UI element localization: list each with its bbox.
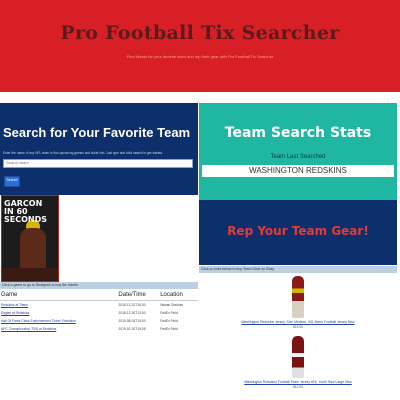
product-price: $12.00 [293,385,303,389]
game-date: 2019-01-20T15:05 [118,327,146,331]
game-link[interactable]: NFC Championship: TBD at Redskins [0,327,118,331]
game-date: 2019-08-03T19:00 [118,319,146,323]
product-price: $15.00 [293,325,303,329]
game-date: 2018-12-30T13:00 [118,311,146,315]
site-tagline: Find tickets for your favorite team and … [126,54,274,59]
table-row: Redskins at Titans 2018-12-22T16:30 Niss… [0,301,198,309]
games-table: Game Date/Time Location Redskins at Tita… [0,292,198,333]
jersey-image[interactable] [292,336,304,378]
game-location: Nissan Stadium [160,303,184,307]
team-search-input[interactable]: Search team [3,159,193,168]
site-title: Pro Football Tix Searcher [60,22,340,44]
games-caption: Click a game to go to Seatgeek to buy th… [0,282,198,289]
jersey-image[interactable] [292,276,304,318]
stats-heading: Team Search Stats [224,125,372,141]
product-link[interactable]: Washington Redskins Jersey, Size Medium,… [199,320,397,324]
table-row: Hall Of Fame Class Enshrinement Ticket: … [0,317,198,325]
column-header-location: Location [160,292,183,298]
last-searched-value: WASHINGTON REDSKINS [202,165,394,177]
site-header: Pro Football Tix Searcher Find tickets f… [0,0,400,92]
team-search-stats-panel: Team Search Stats Team Last Searched WAS… [199,103,397,200]
table-row: Eagles at Redskins 2018-12-30T13:00 FedE… [0,309,198,317]
game-link[interactable]: Hall Of Fame Class Enshrinement Ticket: … [0,319,118,323]
product-link[interactable]: Washington Redskins Football Team Jersey… [199,380,397,384]
game-location: FedEx Field [160,319,178,323]
game-location: FedEx Field [160,327,178,331]
search-button[interactable]: Search [4,176,20,187]
game-location: FedEx Field [160,311,178,315]
table-row: NFC Championship: TBD at Redskins 2019-0… [0,325,198,333]
game-date: 2018-12-22T16:30 [118,303,146,307]
team-gear-panel: Rep Your Team Gear! [199,200,397,265]
gear-caption: Click on links below to buy Team Gear on… [199,266,397,273]
promo-video-thumbnail[interactable]: GARCON IN 60 SECONDS [1,195,59,282]
game-link[interactable]: Eagles at Redskins [0,311,118,315]
team-search-panel: Search for Your Favorite Team Enter the … [0,103,198,195]
game-link[interactable]: Redskins at Titans [0,303,118,307]
promo-title: GARCON IN 60 SECONDS [4,200,47,224]
column-header-game: Game [1,292,18,298]
games-table-header: Game Date/Time Location [0,292,198,301]
gear-product: Washington Redskins Football Team Jersey… [199,336,397,389]
column-header-date: Date/Time [118,292,146,298]
gear-product: Washington Redskins Jersey, Size Medium,… [199,276,397,329]
last-searched-label: Team Last Searched [270,154,326,160]
promo-title-line: SECONDS [4,215,47,224]
gear-heading: Rep Your Team Gear! [227,224,369,238]
search-heading: Search for Your Favorite Team [3,125,191,140]
field-stripe [2,268,58,281]
search-description: Enter the name of any NFL team to find u… [3,151,164,155]
